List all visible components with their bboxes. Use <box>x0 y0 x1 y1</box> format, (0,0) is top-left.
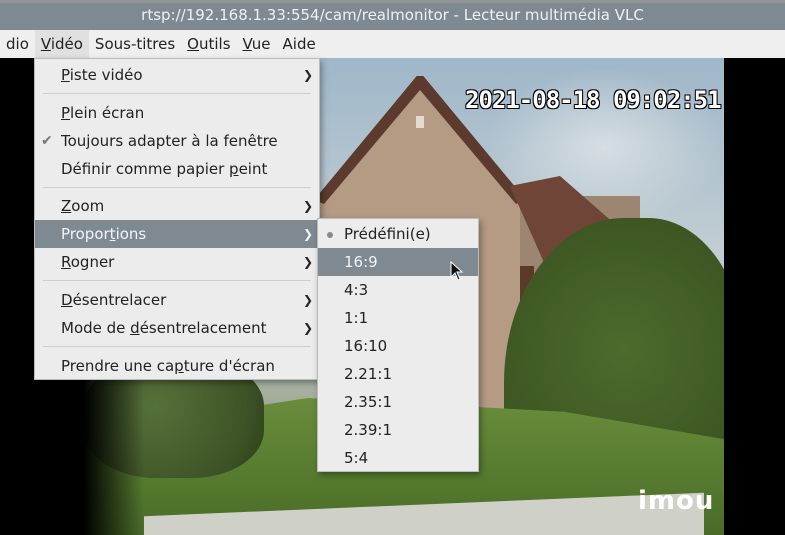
chevron-right-icon: ❯ <box>302 255 313 269</box>
chevron-right-icon: ❯ <box>302 227 313 241</box>
chevron-right-icon: ❯ <box>302 321 313 335</box>
menu-item-label: Toujours adapter à la fenêtre <box>61 132 278 150</box>
mnemonic: D <box>61 291 73 309</box>
menu-item-deinterlace[interactable]: Désentrelacer ❯ <box>35 286 319 314</box>
aspect-5-4[interactable]: 5:4 <box>318 444 478 472</box>
aspect-label: 1:1 <box>344 309 369 327</box>
menu-tools-label: utils <box>198 35 231 53</box>
chevron-right-icon: ❯ <box>302 293 313 307</box>
menu-separator <box>43 346 311 347</box>
video-menu: Piste vidéo ❯ Plein écran ✔ Toujours ada… <box>34 58 320 380</box>
menu-audio-label: dio <box>6 35 29 53</box>
mnemonic: d <box>130 319 140 337</box>
menu-item-aspect-ratio[interactable]: Proportions ❯ <box>35 220 319 248</box>
menu-item-deinterlace-mode[interactable]: Mode de désentrelacement ❯ <box>35 314 319 342</box>
menu-video-mnemonic: V <box>40 35 51 53</box>
menu-separator <box>43 280 311 281</box>
menu-item-fit-window[interactable]: ✔ Toujours adapter à la fenêtre <box>35 127 319 155</box>
aspect-label: 2.39:1 <box>344 421 392 439</box>
menu-item-label: oom <box>71 197 105 215</box>
aspect-2-39-1[interactable]: 2.39:1 <box>318 416 478 444</box>
menu-item-label: Prendre une ca <box>61 357 175 375</box>
menu-video-label: idéo <box>50 35 83 53</box>
window-titlebar: rtsp://192.168.1.33:554/cam/realmonitor … <box>0 0 785 30</box>
aspect-default[interactable]: Prédéfini(e) <box>318 220 478 248</box>
menu-item-fullscreen[interactable]: Plein écran <box>35 99 319 127</box>
menu-item-label-end: ésentrelacement <box>139 319 267 337</box>
menu-item-set-wallpaper[interactable]: Définir comme papier peint <box>35 155 319 183</box>
mnemonic: Z <box>61 197 72 215</box>
menu-item-label: Propor <box>61 225 110 243</box>
menu-subtitles-label: Sous-titres <box>94 35 176 53</box>
menu-item-crop[interactable]: Rogner ❯ <box>35 248 319 276</box>
menu-help-label: Aide <box>282 35 316 53</box>
menu-help[interactable]: Aide <box>277 30 322 58</box>
aspect-ratio-submenu: Prédéfini(e) 16:9 4:3 1:1 16:10 2.21:1 2… <box>317 218 479 472</box>
mnemonic: p <box>229 160 239 178</box>
check-icon: ✔ <box>41 133 53 149</box>
radio-dot-icon <box>327 232 333 238</box>
aspect-label: Prédéfini(e) <box>344 225 431 243</box>
menu-item-label: iste vidéo <box>69 66 143 84</box>
menu-item-snapshot[interactable]: Prendre une capture d'écran <box>35 352 319 380</box>
menu-separator <box>43 187 311 188</box>
aspect-label: 16:10 <box>344 337 388 355</box>
menu-item-zoom[interactable]: Zoom ❯ <box>35 192 319 220</box>
menu-audio[interactable]: dio <box>0 30 35 58</box>
mnemonic: R <box>61 253 71 271</box>
menu-item-label-end: ture d'écran <box>183 357 275 375</box>
menu-tools[interactable]: Outils <box>181 30 236 58</box>
menu-view-label: ue <box>251 35 271 53</box>
menu-view[interactable]: Vue <box>237 30 277 58</box>
aspect-1-1[interactable]: 1:1 <box>318 304 478 332</box>
menu-item-label-end: ions <box>115 225 147 243</box>
menu-item-label-end: eint <box>238 160 268 178</box>
menu-subtitles[interactable]: Sous-titres <box>89 30 181 58</box>
mnemonic: P <box>61 104 71 122</box>
window-title: rtsp://192.168.1.33:554/cam/realmonitor … <box>141 6 644 24</box>
aspect-2-35-1[interactable]: 2.35:1 <box>318 388 478 416</box>
aspect-label: 5:4 <box>344 449 369 467</box>
aspect-label: 4:3 <box>344 281 369 299</box>
mnemonic: p <box>174 357 184 375</box>
chevron-right-icon: ❯ <box>302 199 313 213</box>
menu-item-label: ogner <box>70 253 115 271</box>
menu-item-label: Mode de <box>61 319 131 337</box>
aspect-label: 16:9 <box>344 253 378 271</box>
aspect-label: 2.35:1 <box>344 393 392 411</box>
aspect-label: 2.21:1 <box>344 365 392 383</box>
menu-separator <box>43 93 311 94</box>
menu-tools-mnemonic: O <box>187 35 199 53</box>
mouse-cursor-icon <box>450 261 464 281</box>
menu-item-label: lein écran <box>70 104 145 122</box>
mnemonic: P <box>61 66 70 84</box>
aspect-16-10[interactable]: 16:10 <box>318 332 478 360</box>
menubar: dio Vidéo Sous-titres Outils Vue Aide <box>0 30 785 58</box>
menu-view-mnemonic: V <box>242 35 252 53</box>
aspect-2-21-1[interactable]: 2.21:1 <box>318 360 478 388</box>
chevron-right-icon: ❯ <box>302 68 313 82</box>
video-timestamp: 2021-08-18 09:02:51 <box>465 86 722 114</box>
menu-item-label: ésentrelacer <box>72 291 167 309</box>
camera-watermark-logo: imou <box>638 486 715 516</box>
menu-item-video-track[interactable]: Piste vidéo ❯ <box>35 61 319 89</box>
menu-item-label: Définir comme papier <box>61 160 230 178</box>
menu-video[interactable]: Vidéo <box>34 30 89 58</box>
